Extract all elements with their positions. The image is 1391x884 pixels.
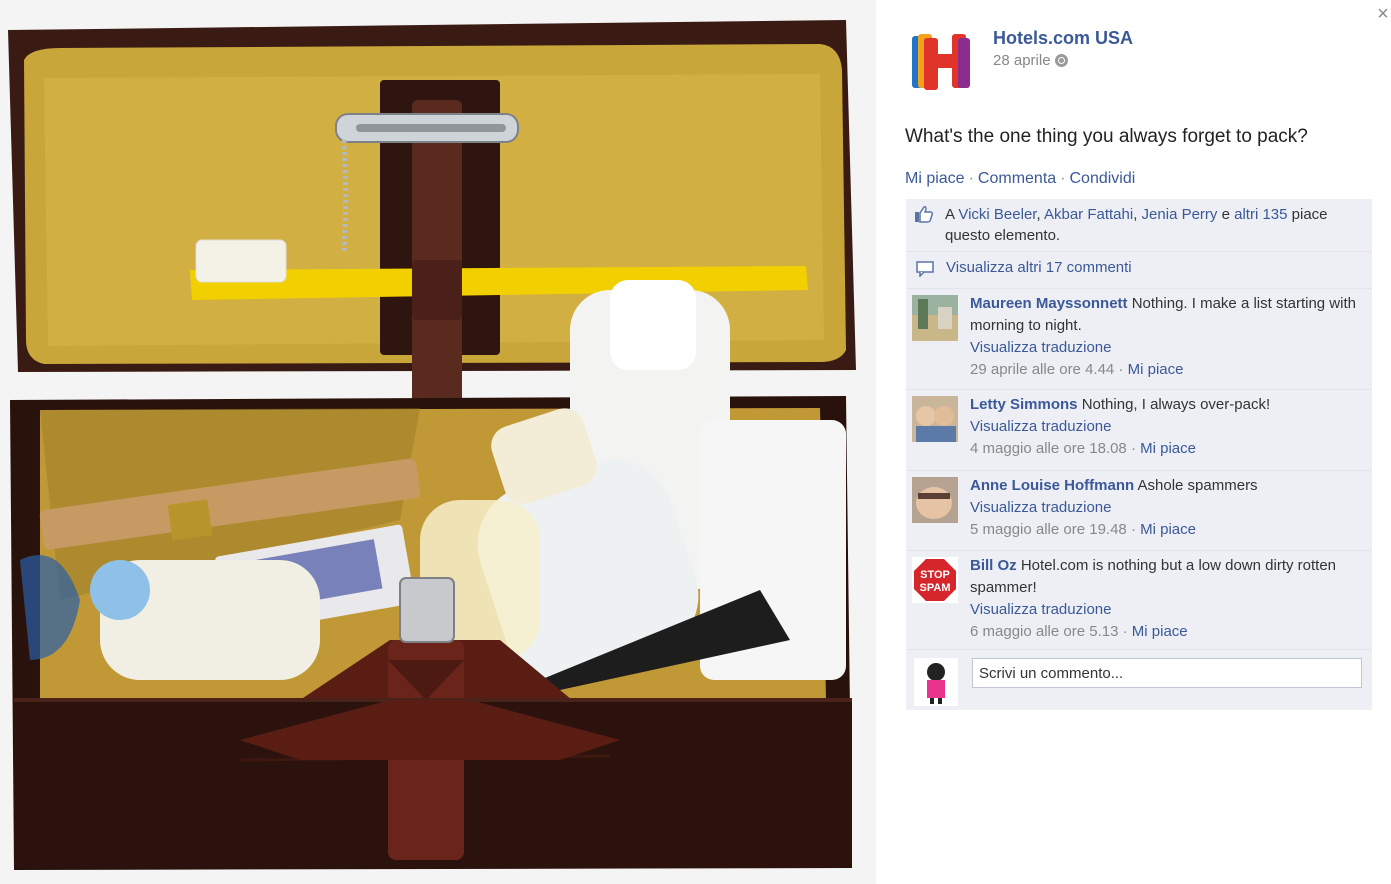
- separator: ·: [1060, 170, 1066, 187]
- comment-text: Nothing, I always over-pack!: [1081, 396, 1271, 413]
- liker-link[interactable]: Akbar Fattahi: [1044, 206, 1133, 223]
- comment-like-link[interactable]: Mi piace: [1140, 440, 1196, 457]
- post-date-text: 28 aprile: [993, 52, 1051, 69]
- comment-like-link[interactable]: Mi piace: [1132, 623, 1188, 640]
- avatar-text: STOP: [920, 569, 950, 581]
- comment-author[interactable]: Letty Simmons: [970, 396, 1078, 413]
- close-button[interactable]: ×: [1374, 4, 1391, 24]
- post-message: What's the one thing you always forget t…: [905, 126, 1308, 147]
- comment-body: Maureen Mayssonnett Nothing. I make a li…: [970, 295, 1356, 378]
- likes-others-link[interactable]: altri 135: [1234, 206, 1287, 223]
- stop-spam-avatar[interactable]: STOP SPAM: [912, 557, 958, 603]
- comment-like-link[interactable]: Mi piace: [1140, 521, 1196, 538]
- hotels-com-logo[interactable]: [908, 30, 974, 92]
- post-photo[interactable]: [0, 0, 876, 884]
- comment-body: Anne Louise Hoffmann Ashole spammers Vis…: [970, 477, 1258, 538]
- post-actions: Mi piace · Commenta · Condividi: [905, 170, 1135, 188]
- comment-composer: [906, 650, 1372, 710]
- view-more-label[interactable]: Visualizza altri 17 commenti: [946, 259, 1132, 276]
- likes-text: A Vicki Beeler, Akbar Fattahi, Jenia Per…: [945, 206, 1328, 244]
- comment-text: Ashole spammers: [1137, 477, 1258, 494]
- comment-input[interactable]: [972, 658, 1362, 688]
- globe-icon: [1054, 54, 1068, 67]
- translate-link[interactable]: Visualizza traduzione: [970, 418, 1111, 435]
- toiletry-kit-photo: [0, 0, 876, 884]
- comment-item: Letty Simmons Nothing, I always over-pac…: [906, 390, 1372, 471]
- comment-like-link[interactable]: Mi piace: [1128, 361, 1184, 378]
- thumbs-up-icon: [915, 206, 934, 223]
- share-link[interactable]: Condividi: [1069, 170, 1135, 187]
- comment-author[interactable]: Anne Louise Hoffmann: [970, 477, 1134, 494]
- comment-body: Letty Simmons Nothing, I always over-pac…: [970, 396, 1271, 457]
- comment-author[interactable]: Maureen Mayssonnett: [970, 295, 1128, 312]
- comment-time[interactable]: 29 aprile alle ore 4.44: [970, 361, 1114, 378]
- avatar[interactable]: [912, 396, 958, 442]
- avatar[interactable]: [912, 477, 958, 523]
- comment-bubble-icon: [916, 261, 934, 277]
- avatar[interactable]: [912, 295, 958, 341]
- page-name-link[interactable]: Hotels.com USA: [993, 28, 1133, 49]
- likes-summary: A Vicki Beeler, Akbar Fattahi, Jenia Per…: [906, 199, 1372, 252]
- liker-link[interactable]: Jenia Perry: [1142, 206, 1218, 223]
- likes-prefix: A: [945, 206, 955, 223]
- avatar-text: SPAM: [920, 582, 951, 594]
- separator: ·: [968, 170, 974, 187]
- hotels-com-logo-icon: [912, 34, 970, 90]
- comment-time[interactable]: 4 maggio alle ore 18.08: [970, 440, 1127, 457]
- translate-link[interactable]: Visualizza traduzione: [970, 499, 1111, 516]
- comment-text: Hotel.com is nothing but a low down dirt…: [970, 557, 1337, 596]
- comment-item: Maureen Mayssonnett Nothing. I make a li…: [906, 289, 1372, 390]
- likes-conjunction: e: [1221, 206, 1230, 223]
- feedback-panel: A Vicki Beeler, Akbar Fattahi, Jenia Per…: [906, 199, 1372, 710]
- comment-author[interactable]: Bill Oz: [970, 557, 1017, 574]
- comment-item: STOP SPAM Bill Oz Hotel.com is nothing b…: [906, 551, 1372, 650]
- view-more-comments[interactable]: Visualizza altri 17 commenti: [906, 252, 1372, 289]
- comment-time[interactable]: 5 maggio alle ore 19.48: [970, 521, 1127, 538]
- comment-item: Anne Louise Hoffmann Ashole spammers Vis…: [906, 471, 1372, 551]
- liker-link[interactable]: Vicki Beeler: [958, 206, 1036, 223]
- translate-link[interactable]: Visualizza traduzione: [970, 339, 1111, 356]
- translate-link[interactable]: Visualizza traduzione: [970, 601, 1111, 618]
- like-link[interactable]: Mi piace: [905, 170, 965, 187]
- comment-link[interactable]: Commenta: [978, 170, 1056, 187]
- post-timestamp[interactable]: 28 aprile: [993, 52, 1068, 69]
- comment-time[interactable]: 6 maggio alle ore 5.13: [970, 623, 1118, 640]
- current-user-avatar: [914, 658, 958, 706]
- comment-body: Bill Oz Hotel.com is nothing but a low d…: [970, 557, 1337, 640]
